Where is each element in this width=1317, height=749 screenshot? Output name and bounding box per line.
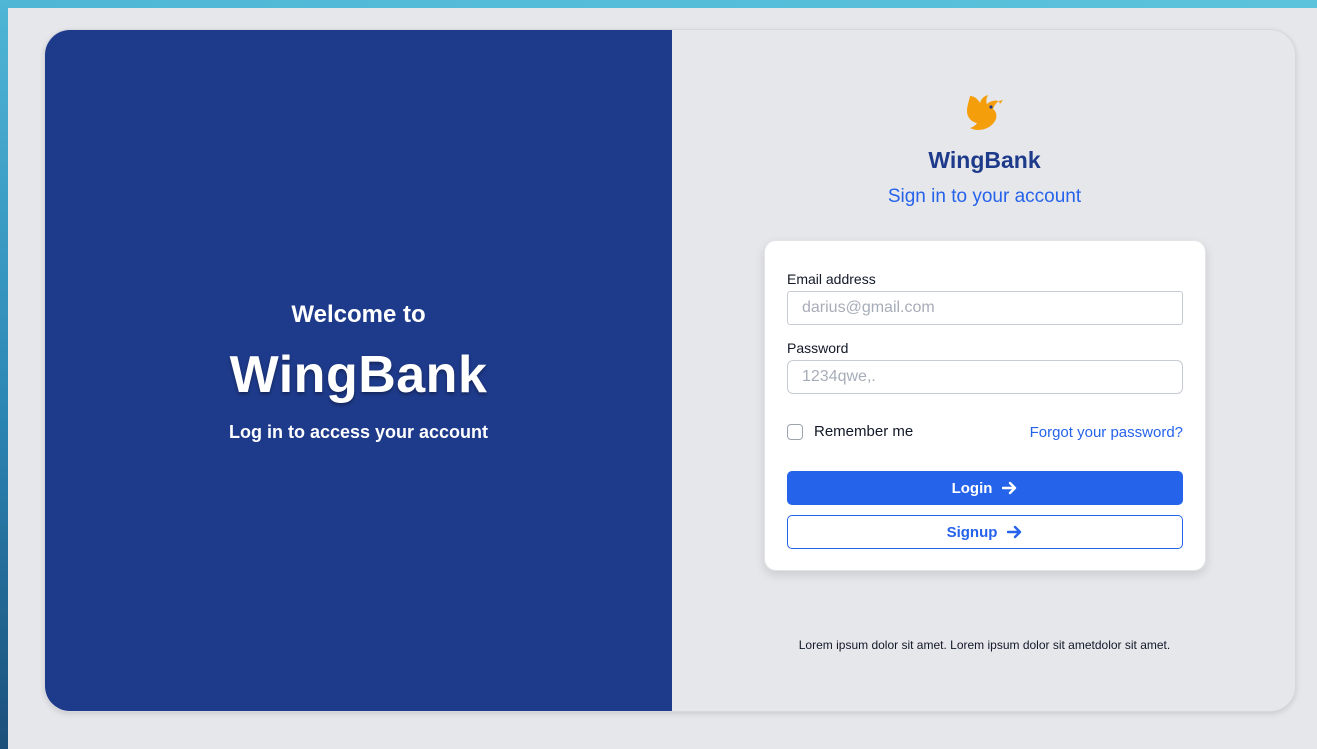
- password-label: Password: [787, 340, 849, 356]
- email-input[interactable]: [787, 291, 1183, 325]
- password-input[interactable]: [787, 360, 1183, 394]
- signup-button[interactable]: Signup: [787, 515, 1183, 549]
- login-card: Welcome to WingBank Log in to access you…: [44, 29, 1296, 712]
- remember-me-label: Remember me: [814, 423, 914, 440]
- login-form: Email address Password Remember me Forgo…: [764, 240, 1206, 571]
- background-edge-top: [0, 0, 1317, 8]
- login-button-label: Login: [951, 479, 993, 497]
- welcome-heading: Welcome to: [291, 301, 426, 328]
- email-label: Email address: [787, 271, 876, 287]
- bird-icon: [967, 95, 1003, 130]
- footer-text: Lorem ipsum dolor sit amet. Lorem ipsum …: [798, 638, 1171, 652]
- arrow-right-icon: [1002, 481, 1018, 495]
- background-edge-left: [0, 0, 8, 749]
- arrow-right-icon: [1007, 525, 1023, 539]
- remember-me-row: Remember me: [787, 423, 913, 440]
- welcome-tagline: Log in to access your account: [228, 422, 489, 442]
- signup-button-label: Signup: [946, 523, 998, 541]
- welcome-panel: Welcome to WingBank Log in to access you…: [45, 30, 672, 711]
- remember-me-checkbox[interactable]: [787, 423, 803, 440]
- brand-title: WingBank: [229, 346, 488, 404]
- signin-subtitle: Sign in to your account: [887, 186, 1082, 207]
- signin-panel: WingBank Sign in to your account Email a…: [672, 30, 1295, 711]
- forgot-password-link[interactable]: Forgot your password?: [1030, 424, 1183, 441]
- login-button[interactable]: Login: [787, 471, 1183, 505]
- brand-name: WingBank: [928, 147, 1041, 173]
